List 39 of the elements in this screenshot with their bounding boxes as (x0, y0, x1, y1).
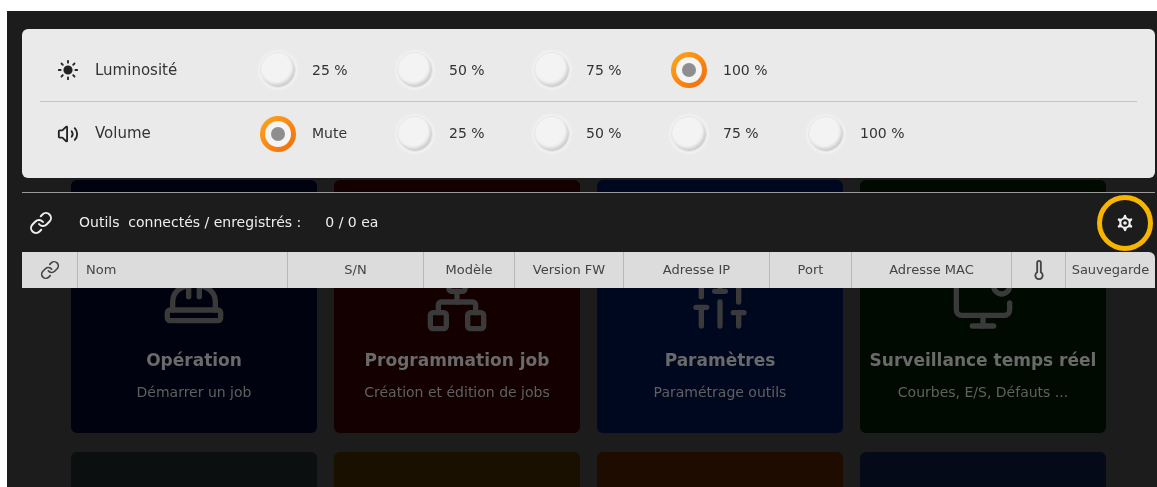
setting-label: Volume (95, 123, 152, 145)
tile-title: Programmation job (364, 349, 550, 372)
link-icon (39, 260, 60, 280)
tile-title: Opération (146, 349, 242, 372)
tile-title: Surveillance temps réel (869, 349, 1097, 372)
radio-button[interactable] (260, 115, 296, 152)
settings-icon (1114, 211, 1136, 234)
option-label: 25 % (312, 60, 348, 80)
option-label: 100 % (723, 60, 768, 80)
radio-button[interactable] (534, 115, 570, 152)
tile-subtitle: Démarrer un job (136, 382, 252, 402)
column-header: Adresse IP (662, 261, 731, 280)
option-label: 100 % (860, 124, 905, 143)
radio-button[interactable] (534, 52, 570, 88)
option-label: 75 % (586, 60, 622, 80)
option-label: 75 % (723, 124, 759, 143)
radio-button[interactable] (397, 115, 433, 152)
column-header: Nom (86, 261, 117, 280)
column-header: Port (797, 261, 824, 280)
radio-button[interactable] (671, 52, 707, 88)
tile-title: Paramètres (664, 349, 776, 372)
option-label: 50 % (449, 60, 485, 80)
tools-label: Outils connectés / enregistrés : (79, 213, 302, 232)
radio-button[interactable] (671, 115, 707, 152)
column-header: Modèle (445, 261, 493, 280)
tile-subtitle: Courbes, E/S, Défauts ... (897, 382, 1069, 402)
option-label: Mute (312, 124, 348, 143)
link-icon (29, 210, 53, 235)
radio-button[interactable] (397, 52, 433, 88)
tile-subtitle: Création et édition de jobs (364, 382, 550, 402)
sun-icon (56, 59, 79, 81)
option-label: 50 % (586, 124, 622, 143)
radio-button[interactable] (260, 52, 296, 88)
tile-subtitle: Paramétrage outils (653, 382, 787, 402)
radio-button[interactable] (808, 115, 844, 152)
column-header: Adresse MAC (889, 261, 974, 280)
option-label: 25 % (449, 124, 485, 143)
setting-label: Luminosité (95, 59, 179, 81)
column-header: S/N (344, 261, 367, 280)
